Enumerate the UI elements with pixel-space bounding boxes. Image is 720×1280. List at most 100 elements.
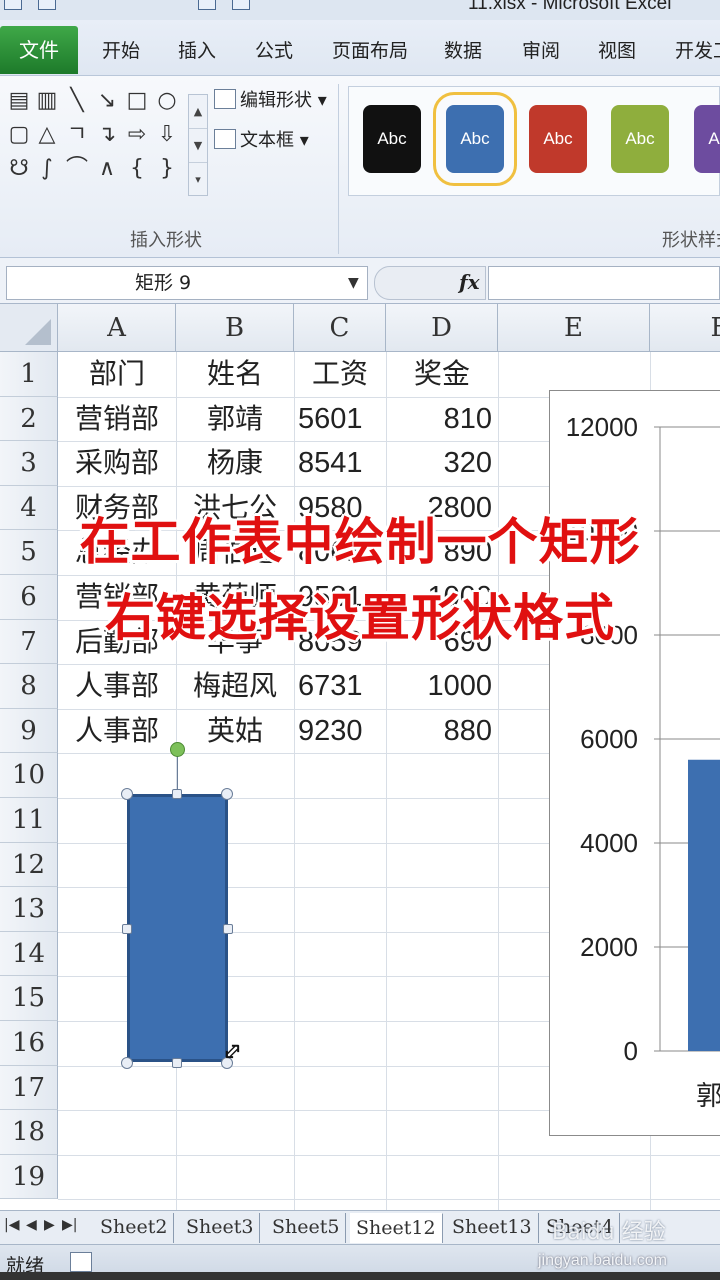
table-cell[interactable]: 英姑 — [176, 709, 294, 753]
textbox-shape-icon[interactable]: ▤ — [6, 86, 32, 116]
text-box-button[interactable]: 文本框 ▾ — [214, 126, 309, 152]
row-header[interactable]: 11 — [0, 798, 58, 843]
table-cell[interactable]: 1000 — [386, 664, 498, 708]
sheet-tab-sheet2[interactable]: Sheet2 — [94, 1213, 175, 1243]
next-sheet-icon[interactable]: ▶ — [44, 1217, 55, 1233]
header-cell[interactable]: 部门 — [58, 352, 176, 396]
table-cell[interactable]: 5601 — [294, 397, 386, 441]
select-all-button[interactable] — [0, 304, 58, 352]
column-header-c[interactable]: C — [294, 304, 386, 352]
sheet-tab-sheet12[interactable]: Sheet12 — [350, 1213, 443, 1243]
curve-shape-icon[interactable]: ∧ — [94, 154, 120, 184]
print-preview-icon[interactable] — [198, 0, 216, 10]
row-header[interactable]: 12 — [0, 842, 58, 888]
table-cell[interactable]: 810 — [386, 397, 498, 441]
table-cell[interactable]: 9230 — [294, 709, 386, 753]
table-cell[interactable]: 采购部 — [58, 441, 176, 485]
style-swatch-blue[interactable]: Abc — [433, 92, 517, 186]
column-header-d[interactable]: D — [386, 304, 498, 352]
table-cell[interactable]: 梅超风 — [176, 664, 294, 708]
table-cell[interactable]: 人事部 — [58, 664, 176, 708]
table-cell[interactable]: 营销部 — [58, 397, 176, 441]
worksheet-grid[interactable]: A B C D E F 1 2 3 4 5 6 7 8 9 10 11 12 13 14 15 16 17 18 1… — [0, 304, 720, 1210]
resize-handle-left[interactable] — [122, 924, 132, 934]
row-header[interactable]: 15 — [0, 976, 58, 1021]
tab-developer[interactable]: 开发工 — [675, 36, 720, 63]
arrow-line-shape-icon[interactable]: ↘ — [94, 86, 120, 116]
table-cell[interactable]: 郭靖 — [176, 397, 294, 441]
gallery-more-icon[interactable]: ▾ — [189, 163, 207, 197]
header-cell[interactable]: 奖金 — [386, 352, 498, 396]
resize-handle-bottom-left[interactable] — [121, 1057, 133, 1069]
tab-formulas[interactable]: 公式 — [255, 36, 293, 63]
style-swatch-green[interactable]: Abc — [611, 105, 669, 173]
edit-shape-button[interactable]: 编辑形状 ▾ — [214, 86, 327, 112]
right-brace-shape-icon[interactable]: } — [154, 154, 180, 184]
triangle-shape-icon[interactable]: △ — [34, 120, 60, 150]
row-header[interactable]: 14 — [0, 931, 58, 977]
resize-handle-top-right[interactable] — [221, 788, 233, 800]
row-header[interactable]: 9 — [0, 708, 58, 754]
formula-input[interactable] — [488, 266, 720, 300]
tab-home[interactable]: 开始 — [102, 36, 140, 63]
table-cell[interactable]: 880 — [386, 709, 498, 753]
last-sheet-icon[interactable]: ▶| — [62, 1217, 77, 1233]
column-header-e[interactable]: E — [498, 304, 650, 352]
tab-file[interactable]: 文件 — [0, 26, 78, 74]
header-cell[interactable]: 工资 — [294, 352, 386, 396]
resize-handle-bottom[interactable] — [172, 1058, 182, 1068]
rotation-handle[interactable] — [170, 742, 185, 757]
macro-record-icon[interactable] — [70, 1252, 92, 1272]
gallery-down-icon[interactable]: ▼ — [189, 129, 207, 163]
row-header[interactable]: 13 — [0, 887, 58, 932]
tab-insert[interactable]: 插入 — [178, 36, 216, 63]
table-cell[interactable]: 6731 — [294, 664, 386, 708]
row-header[interactable]: 2 — [0, 396, 58, 442]
row-header[interactable]: 16 — [0, 1021, 58, 1066]
freeform-shape-icon[interactable]: ☋ — [6, 154, 32, 184]
tab-data[interactable]: 数据 — [444, 36, 482, 63]
column-header-f[interactable]: F — [650, 304, 720, 352]
insert-function-icon[interactable]: fx — [459, 270, 480, 294]
down-arrow-shape-icon[interactable]: ⇩ — [154, 120, 180, 150]
line-shape-icon[interactable]: ╲ — [64, 86, 90, 116]
elbow-connector-shape-icon[interactable]: ㄱ — [64, 120, 90, 150]
rectangle-shape-icon[interactable]: □ — [124, 86, 150, 116]
left-brace-shape-icon[interactable]: { — [124, 154, 150, 184]
row-header[interactable]: 3 — [0, 441, 58, 486]
resize-handle-right[interactable] — [223, 924, 233, 934]
vertical-textbox-shape-icon[interactable]: ▥ — [34, 86, 60, 116]
header-cell[interactable]: 姓名 — [176, 352, 294, 396]
shapes-gallery-scroll[interactable]: ▲ ▼ ▾ — [188, 94, 208, 196]
row-header[interactable]: 18 — [0, 1110, 58, 1155]
name-box[interactable]: 矩形 9 — [6, 266, 368, 300]
oval-shape-icon[interactable]: ○ — [154, 86, 180, 116]
sheet-tab-sheet5[interactable]: Sheet5 — [266, 1213, 347, 1243]
row-header[interactable]: 1 — [0, 352, 58, 397]
save-icon[interactable] — [38, 0, 56, 10]
rounded-rectangle-shape-icon[interactable]: ▢ — [6, 120, 32, 150]
column-header-a[interactable]: A — [58, 304, 176, 352]
first-sheet-icon[interactable]: |◀ — [4, 1217, 19, 1233]
row-header[interactable]: 19 — [0, 1154, 58, 1200]
excel-app-icon[interactable] — [4, 0, 22, 10]
resize-handle-top-left[interactable] — [121, 788, 133, 800]
rectangle-shape[interactable] — [127, 794, 228, 1062]
row-header[interactable]: 8 — [0, 664, 58, 709]
arc-shape-icon[interactable]: ⌒ — [64, 154, 90, 184]
table-cell[interactable]: 杨康 — [176, 441, 294, 485]
row-header[interactable]: 17 — [0, 1065, 58, 1111]
style-swatch-purple[interactable]: Abc — [694, 105, 720, 173]
column-header-b[interactable]: B — [176, 304, 294, 352]
scribble-shape-icon[interactable]: ∫ — [34, 154, 60, 184]
quick-access-icon[interactable] — [232, 0, 250, 10]
right-arrow-shape-icon[interactable]: ⇨ — [124, 120, 150, 150]
style-swatch-red[interactable]: Abc — [529, 105, 587, 173]
row-header[interactable]: 10 — [0, 753, 58, 798]
resize-handle-top[interactable] — [172, 789, 182, 799]
sheet-tab-sheet3[interactable]: Sheet3 — [180, 1213, 261, 1243]
table-cell[interactable]: 8541 — [294, 441, 386, 485]
tab-page-layout[interactable]: 页面布局 — [332, 36, 408, 63]
style-swatch-black[interactable]: Abc — [363, 105, 421, 173]
prev-sheet-icon[interactable]: ◀ — [26, 1217, 37, 1233]
